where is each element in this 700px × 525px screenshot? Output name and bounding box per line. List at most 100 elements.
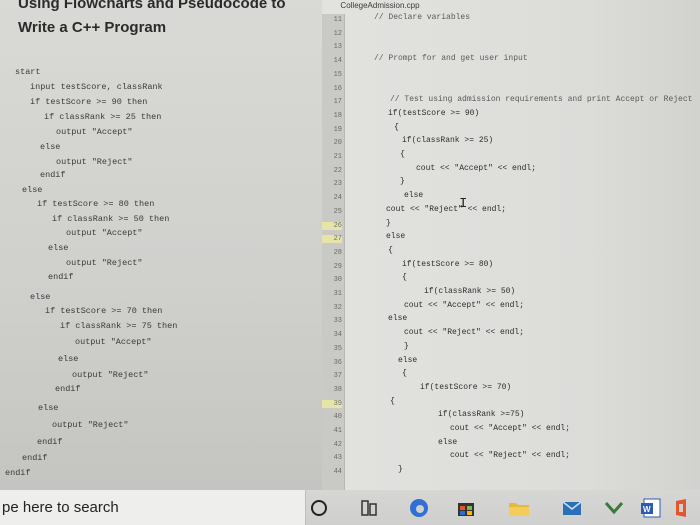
line-number: 25 <box>333 207 342 216</box>
pseudocode-line: else <box>30 292 51 302</box>
code-editor[interactable]: CollegeAdmission.cpp 11 12 13 14 15 16 17 18 19 2… <box>322 0 700 490</box>
search-placeholder: pe here to search <box>2 499 119 516</box>
code-comment[interactable]: // Test using admission requirements and… <box>390 95 692 104</box>
code-line[interactable]: cout << "Accept" << endl; <box>404 301 524 310</box>
pseudocode-line: else <box>38 403 59 413</box>
code-line[interactable]: cout << "Accept" << endl; <box>416 164 536 173</box>
code-line[interactable]: if(testScore >= 70) <box>420 383 511 392</box>
word-icon[interactable]: W <box>637 494 665 521</box>
line-number: 15 <box>333 70 342 79</box>
line-number: 43 <box>333 454 342 463</box>
line-number: 30 <box>333 276 342 285</box>
code-line[interactable]: } <box>400 177 405 186</box>
line-number: 14 <box>333 57 342 66</box>
code-line[interactable]: if(classRank >= 25) <box>402 136 493 145</box>
pseudocode-line: if classRank >= 50 then <box>52 214 170 224</box>
code-line[interactable]: if(testScore >= 80) <box>402 260 493 269</box>
line-number: 17 <box>333 98 342 107</box>
line-number: 26 <box>322 221 342 230</box>
line-number: 31 <box>333 290 342 298</box>
mail-icon[interactable] <box>558 494 586 521</box>
file-explorer-icon[interactable] <box>505 494 533 521</box>
code-comment[interactable]: // Declare variables <box>374 13 470 22</box>
pseudocode-line: if testScore >= 70 then <box>45 306 163 316</box>
pseudocode-line: endif <box>48 272 74 282</box>
code-line[interactable]: { <box>394 123 399 132</box>
pseudocode-line: output "Accept" <box>56 127 133 137</box>
document-pane: Using Flowcharts and Pseudocode to Write… <box>0 0 322 490</box>
line-number: 13 <box>333 43 342 52</box>
line-number: 20 <box>333 139 342 148</box>
line-number: 44 <box>333 468 342 477</box>
cortana-icon[interactable] <box>305 494 333 521</box>
code-line[interactable]: } <box>398 465 403 474</box>
pseudocode-line: endif <box>5 468 31 478</box>
code-line[interactable]: else <box>404 191 423 200</box>
line-number: 12 <box>333 29 342 38</box>
text-cursor-icon: I <box>459 196 468 212</box>
line-number: 32 <box>333 303 342 312</box>
taskbar: pe here to search W <box>0 490 700 525</box>
pseudocode-line: if testScore >= 90 then <box>30 97 148 107</box>
code-line[interactable]: cout << "Reject" << endl; <box>404 328 524 337</box>
line-number: 18 <box>333 111 342 120</box>
code-comment[interactable]: // Prompt for and get user input <box>374 54 528 63</box>
pseudocode-line: output "Reject" <box>66 258 143 268</box>
pseudocode-line: else <box>22 185 43 195</box>
code-line[interactable]: } <box>404 342 409 351</box>
line-number: 34 <box>333 331 342 340</box>
line-number: 37 <box>333 372 342 381</box>
code-line[interactable]: else <box>388 314 407 323</box>
svg-text:W: W <box>643 505 651 514</box>
line-number: 40 <box>333 413 342 422</box>
line-number: 28 <box>333 248 342 257</box>
line-number: 36 <box>333 358 342 367</box>
edge-browser-icon[interactable] <box>405 494 433 521</box>
pseudocode-line: endif <box>22 453 48 463</box>
line-number: 42 <box>333 440 342 449</box>
code-line[interactable]: cout << "Reject" << endl; <box>386 205 506 214</box>
search-box[interactable]: pe here to search <box>0 490 306 525</box>
code-line[interactable]: if(classRank >= 50) <box>424 287 515 296</box>
pseudocode-line: start <box>15 67 41 77</box>
pseudocode-line: output "Accept" <box>75 337 152 347</box>
pseudocode-line: output "Reject" <box>56 157 133 167</box>
line-number: 29 <box>333 262 342 271</box>
line-number: 16 <box>333 84 342 93</box>
code-line[interactable]: { <box>390 397 395 406</box>
line-number-gutter: 11 12 13 14 15 16 17 18 19 20 21 22 23 24 25 26 27 28 29 30… <box>322 14 345 490</box>
line-number: 24 <box>333 194 342 203</box>
task-view-icon[interactable] <box>355 494 383 521</box>
pseudocode-line: else <box>58 354 79 364</box>
code-line[interactable]: else <box>398 356 417 365</box>
pseudocode-line: endif <box>55 384 81 394</box>
office-icon[interactable] <box>668 494 696 521</box>
pseudocode-line: else <box>40 142 61 152</box>
pseudocode-line: output "Reject" <box>72 370 149 380</box>
code-line[interactable]: { <box>400 150 405 159</box>
line-number: 11 <box>333 16 342 24</box>
checkmark-app-icon[interactable] <box>600 494 628 521</box>
code-line[interactable]: else <box>386 232 405 241</box>
pseudocode-line: if testScore >= 80 then <box>37 199 155 209</box>
line-number: 22 <box>333 166 342 175</box>
line-number: 33 <box>333 317 342 326</box>
code-line[interactable]: { <box>402 369 407 378</box>
code-line[interactable]: cout << "Reject" << endl; <box>450 451 570 460</box>
line-number: 27 <box>322 235 342 244</box>
code-line[interactable]: cout << "Accept" << endl; <box>450 424 570 433</box>
line-number: 41 <box>333 427 342 435</box>
editor-tab[interactable]: CollegeAdmission.cpp <box>330 0 430 12</box>
code-line[interactable]: if(classRank >=75) <box>438 410 524 419</box>
code-line[interactable]: { <box>402 273 407 282</box>
store-icon[interactable] <box>452 494 480 521</box>
pseudocode-line: endif <box>37 437 63 447</box>
code-line[interactable]: { <box>388 246 393 255</box>
line-number: 35 <box>333 344 342 353</box>
line-number: 39 <box>322 399 342 408</box>
code-line[interactable]: if(testScore >= 90) <box>388 109 479 118</box>
code-line[interactable]: } <box>386 219 391 228</box>
line-number: 21 <box>333 153 342 161</box>
pseudocode-line: input testScore, classRank <box>30 82 163 92</box>
code-line[interactable]: else <box>438 438 457 447</box>
